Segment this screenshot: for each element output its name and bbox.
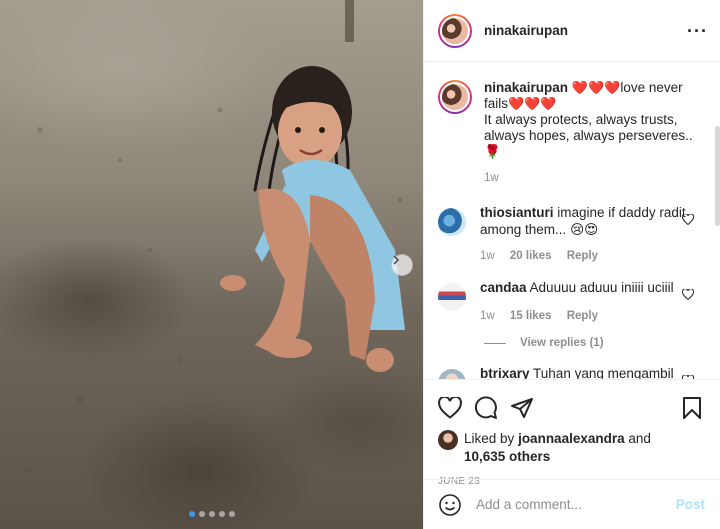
carousel-dot (208, 511, 215, 517)
chevron-right-icon (393, 255, 400, 265)
liked-by-and: and (628, 431, 651, 446)
liker-avatar[interactable] (438, 430, 458, 450)
divider (484, 342, 506, 344)
comment-item: btrixary Tuhan yang mengambil (424, 365, 720, 379)
post-actions: Liked by joannaalexandra and 10,635 othe… (424, 379, 720, 487)
carousel-dot (218, 511, 225, 517)
caption-hearts: ❤️❤️❤️ (571, 80, 621, 95)
heart-outline-icon[interactable] (682, 214, 694, 225)
post-caption: ninakairupan ❤️❤️❤️love never fails❤️❤️❤… (424, 62, 720, 186)
reply-button[interactable]: Reply (567, 310, 598, 322)
comment-input[interactable] (476, 497, 656, 512)
comment-emoji: 😢😍 (570, 222, 599, 237)
comment-time[interactable]: 1w (480, 250, 495, 262)
more-horizontal-icon[interactable]: ··· (687, 22, 708, 40)
liked-by-summary: Liked by joannaalexandra and 10,635 othe… (438, 430, 706, 466)
liked-by-user[interactable]: joannaalexandra (518, 431, 625, 446)
carousel-dot (198, 511, 205, 517)
caption-text: It always protects, always trusts, alway… (484, 112, 693, 143)
comment-username[interactable]: btrixary (480, 366, 530, 379)
view-replies-label[interactable]: View replies (1) (520, 337, 604, 349)
post-button[interactable]: Post (676, 497, 705, 512)
comment-text: Aduuuu aduuu iniiii uciiil (529, 280, 674, 295)
caption-hearts: ❤️❤️❤️ (508, 96, 557, 111)
comment-time[interactable]: 1w (480, 310, 495, 322)
caption-avatar[interactable] (438, 80, 472, 114)
carousel-next-button[interactable] (391, 254, 413, 276)
caption-emoji: 🌹 (484, 144, 501, 159)
post-header: ninakairupan ··· (424, 0, 720, 62)
bookmark-icon[interactable] (682, 396, 702, 420)
author-avatar[interactable] (438, 13, 472, 48)
add-comment-bar: Post (424, 479, 720, 529)
comment-username[interactable]: thiosianturi (480, 205, 554, 220)
carousel-indicator (0, 511, 423, 517)
post-side-panel: ninakairupan ··· ninakairupan ❤️❤️❤️love… (423, 0, 720, 529)
comment-icon[interactable] (474, 396, 498, 420)
commenter-avatar[interactable] (438, 208, 466, 236)
comment-likes[interactable]: 15 likes (510, 310, 552, 322)
commenter-avatar[interactable] (438, 369, 466, 379)
emoji-icon[interactable] (438, 493, 462, 517)
commenter-avatar[interactable] (438, 283, 466, 311)
carousel-dot (228, 511, 235, 517)
author-username[interactable]: ninakairupan (484, 23, 568, 38)
caption-username[interactable]: ninakairupan (484, 80, 568, 95)
view-replies-button[interactable]: View replies (1) (484, 337, 720, 349)
liked-by-prefix: Liked by (464, 431, 515, 446)
comment-likes[interactable]: 20 likes (510, 250, 552, 262)
carousel-dot (188, 511, 195, 517)
comments-section[interactable]: ninakairupan ❤️❤️❤️love never fails❤️❤️❤… (424, 62, 720, 379)
share-icon[interactable] (510, 397, 534, 419)
comment-item: candaa Aduuuu aduuu iniiii uciiil 1w 15 … (424, 279, 720, 325)
reply-button[interactable]: Reply (567, 250, 598, 262)
comment-text: Tuhan yang mengambil (533, 366, 674, 379)
comment-item: thiosianturi imagine if daddy radit amon… (424, 204, 720, 265)
heart-outline-icon[interactable] (682, 289, 694, 300)
comment-username[interactable]: candaa (480, 280, 527, 295)
heart-outline-icon[interactable] (682, 375, 694, 379)
photo-illustration (27, 0, 405, 483)
likes-count[interactable]: 10,635 others (464, 449, 550, 464)
heart-icon[interactable] (438, 397, 462, 419)
caption-time[interactable]: 1w (484, 172, 499, 184)
post-photo (0, 0, 423, 529)
